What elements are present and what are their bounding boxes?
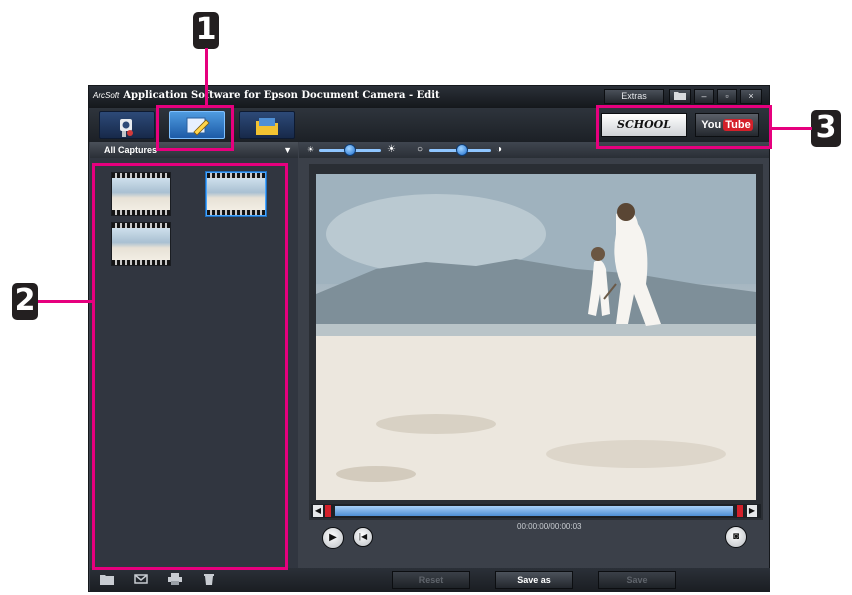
capture-thumbnail[interactable] xyxy=(111,222,171,266)
timeline-right-arrow[interactable]: ▶ xyxy=(747,505,757,517)
youtube-you-label: You xyxy=(701,119,722,131)
capture-mode-button[interactable] xyxy=(99,111,155,139)
app-title: Application Software for Epson Document … xyxy=(123,90,440,101)
close-button[interactable]: × xyxy=(740,89,762,104)
print-icon[interactable] xyxy=(168,573,182,585)
trash-icon[interactable] xyxy=(202,573,216,585)
timeline-track[interactable] xyxy=(335,506,733,516)
capture-thumbnail-selected[interactable] xyxy=(206,172,266,216)
timecode: 00:00:00/00:00:03 xyxy=(517,522,582,531)
save-button[interactable]: Save xyxy=(598,571,676,589)
folder-icon[interactable] xyxy=(669,89,691,104)
thumbnail-image xyxy=(112,178,170,210)
extras-button[interactable]: Extras xyxy=(604,89,664,104)
bottom-toolbar: Reset Save as Save xyxy=(90,568,770,592)
rewind-button[interactable]: |◀ xyxy=(353,527,373,547)
open-icon[interactable] xyxy=(100,573,114,585)
thumbnail-image xyxy=(207,178,265,210)
folder-icon xyxy=(256,118,278,135)
camera-icon xyxy=(120,119,133,137)
mode-bar: SCHOOL TUBE YouTube xyxy=(89,108,769,153)
callout-3: 3 xyxy=(811,110,841,147)
thumbnail-image xyxy=(112,228,170,260)
capture-thumbnail[interactable] xyxy=(111,172,171,216)
rewind-icon: |◀ xyxy=(358,532,368,541)
brand-label: ArcSoft xyxy=(93,91,120,100)
timeline-end-marker[interactable] xyxy=(737,505,743,517)
chevron-down-icon: ▼ xyxy=(283,145,292,155)
contrast-slider-handle[interactable] xyxy=(456,144,468,156)
brightness-low-icon: ☀ xyxy=(307,145,315,154)
timeline-start-marker[interactable] xyxy=(325,505,331,517)
email-icon[interactable] xyxy=(134,573,148,585)
app-window: ArcSoft Application Software for Epson Do… xyxy=(88,85,770,592)
title-bar: ArcSoft Application Software for Epson Do… xyxy=(89,86,769,108)
contrast-low-icon: ○ xyxy=(417,144,424,155)
preview-image xyxy=(316,174,756,500)
captures-filter-label: All Captures xyxy=(104,145,158,155)
snapshot-button[interactable]: ◙ xyxy=(725,526,747,548)
youtube-tube-label: Tube xyxy=(723,119,753,131)
edit-mode-button[interactable] xyxy=(169,111,225,139)
callout-2: 2 xyxy=(12,283,38,320)
maximize-button[interactable]: ▫ xyxy=(717,89,737,104)
brightness-high-icon: ☀ xyxy=(387,144,396,155)
reset-button[interactable]: Reset xyxy=(392,571,470,589)
leader-line-3 xyxy=(771,127,812,130)
play-icon: ▶ xyxy=(329,532,337,543)
camera-icon: ◙ xyxy=(732,531,740,542)
leader-line-2 xyxy=(38,300,93,303)
callout-1: 1 xyxy=(193,12,219,49)
adjustment-bar: ☀ ☀ ○ ◑ xyxy=(299,142,769,158)
captures-filter[interactable]: All Captures ▼ xyxy=(90,142,298,158)
timeline-left-arrow[interactable]: ◀ xyxy=(313,505,323,517)
window-title: ArcSoft Application Software for Epson Do… xyxy=(93,90,440,101)
contrast-high-icon: ◑ xyxy=(496,144,503,155)
preview-area xyxy=(309,164,763,520)
captures-panel: All Captures ▼ xyxy=(90,142,298,568)
schooltube-button[interactable]: SCHOOL TUBE xyxy=(601,113,687,153)
library-mode-button[interactable] xyxy=(239,111,295,139)
timeline[interactable]: ◀ ▶ xyxy=(311,504,761,518)
save-as-button[interactable]: Save as xyxy=(495,571,573,589)
brightness-slider-handle[interactable] xyxy=(344,144,356,156)
play-button[interactable]: ▶ xyxy=(322,527,344,549)
youtube-button[interactable]: You Tube xyxy=(695,113,759,137)
edit-pencil-icon xyxy=(186,117,210,136)
minimize-button[interactable]: – xyxy=(694,89,714,104)
leader-line-1 xyxy=(205,48,208,106)
